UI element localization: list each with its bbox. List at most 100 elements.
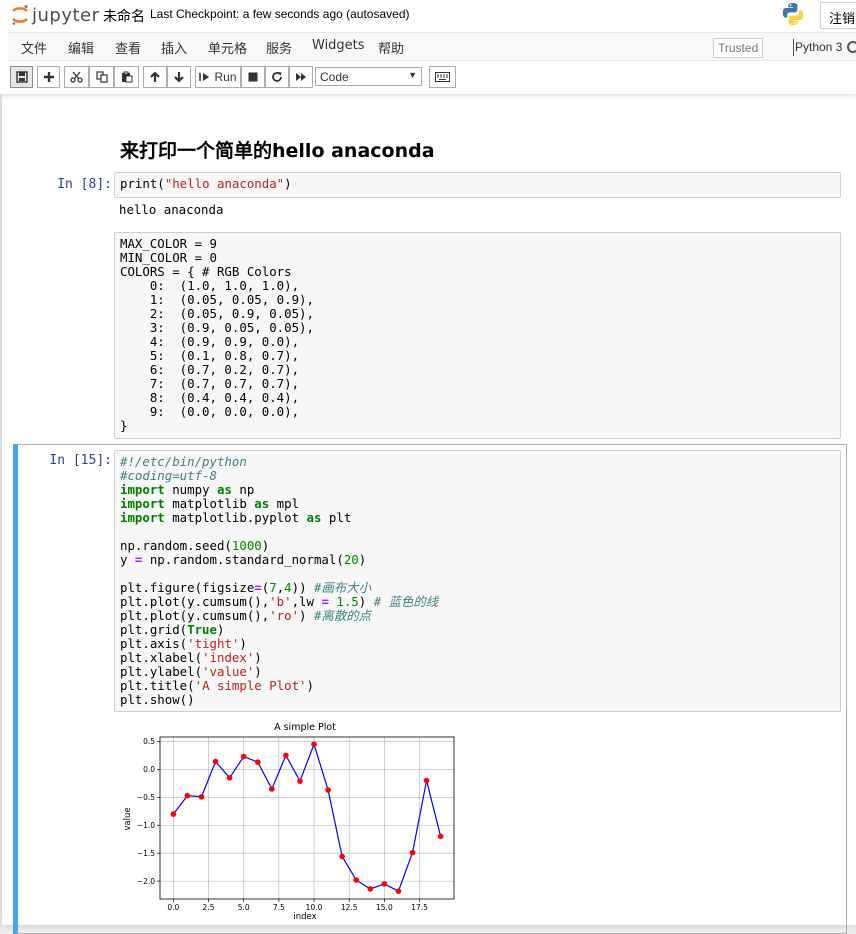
data-point [269,786,275,792]
jupyter-logo-icon [12,5,28,25]
run-icon [199,73,210,81]
menu-widgets[interactable]: Widgets [312,38,365,53]
x-tick-label: 2.5 [203,903,215,912]
code-token: ) [299,608,314,623]
keyboard-icon [435,72,450,82]
code-token: plt.title( [120,678,195,693]
data-point [184,792,191,799]
data-point [240,753,247,760]
code-token: ) [261,538,270,553]
restart-button[interactable] [265,66,289,88]
notebook-title[interactable]: 未命名 [103,6,145,26]
code-token: plt.xlabel( [120,650,203,665]
code-token: 'ro' [269,608,300,623]
arrow-up-icon [150,71,160,82]
markdown-heading[interactable]: 来打印一个简单的hello anaconda [120,136,435,163]
data-point [325,787,331,793]
code-token: 1.5 [336,594,359,609]
cell-3-code[interactable]: #!/etc/bin/python #coding=utf-8 import n… [114,450,841,712]
code-token: 7 [269,580,277,595]
menu-insert[interactable]: 插入 [161,38,187,57]
data-point [297,778,303,784]
x-tick-label: 17.5 [411,903,428,912]
x-tick-label: 15.0 [376,903,393,912]
code-token: numpy [164,482,217,497]
copy-button[interactable] [89,66,114,88]
x-tick-label: 12.5 [341,903,358,912]
code-token: 'tight' [187,636,240,651]
kernel-separator [793,39,794,56]
cell-3-prompt: In [15]: [49,453,112,468]
y-tick-label: −0.5 [137,793,155,802]
save-icon [15,71,28,83]
chevron-down-icon: ▼ [408,70,417,80]
x-axis-label: index [293,912,316,922]
kernel-status-icon [847,41,856,53]
insert-cell-button[interactable] [37,66,60,88]
cut-button[interactable] [64,66,89,88]
command-palette-button[interactable] [429,66,456,88]
move-down-button[interactable] [167,66,191,88]
restart-run-all-button[interactable] [289,66,313,88]
data-point [395,888,402,894]
data-point [311,741,317,748]
menu-cell[interactable]: 单元格 [208,38,247,57]
run-button-label: Run [214,70,237,84]
data-point [381,881,388,887]
code-token: matplotlib [164,496,255,511]
menu-edit[interactable]: 编辑 [68,38,94,57]
code-token: 'b' [269,594,292,609]
code-token: print( [120,176,165,191]
menu-file[interactable]: 文件 [21,38,47,57]
notebook-header: jupyter 未命名 Last Checkpoint: a few secon… [0,0,856,94]
code-token: ) [239,636,247,651]
jupyter-logo-text: jupyter [32,4,100,26]
menu-view[interactable]: 查看 [115,38,141,57]
code-token: 'value' [202,664,255,679]
code-token: 20 [343,552,359,567]
x-tick-label: 5.0 [238,903,250,912]
code-token: 1000 [231,538,262,553]
code-token: # 蓝色的线 [373,594,439,609]
cell-type-select[interactable]: Code ▼ [315,67,422,86]
cell-type-value: Code [320,70,349,84]
code-token: np.random.standard_normal( [142,552,344,567]
code-token: = [254,580,262,595]
code-token: plt.figure(figsize [120,580,255,595]
code-token: #画布大小 [314,580,372,595]
trusted-indicator[interactable]: Trusted [713,38,764,58]
fast-forward-icon [296,73,306,81]
menu-help[interactable]: 帮助 [378,38,404,57]
data-point [198,793,205,800]
y-tick-label: −2.0 [137,877,155,886]
code-token: #!/etc/bin/python [120,454,247,469]
cell-2-code[interactable]: MAX_COLOR = 9 MIN_COLOR = 0 COLORS = { #… [114,232,841,439]
cell-1-prompt: In [8]: [57,177,112,192]
code-token: ) [358,594,374,609]
move-up-button[interactable] [143,66,167,88]
interrupt-button[interactable] [241,66,265,88]
cell-1-code[interactable]: print("hello anaconda") [114,172,841,198]
code-token: y [120,552,135,567]
data-point [367,886,374,892]
paste-button[interactable] [114,66,139,88]
plot-output: A simple Plot 0.0 2.5 5.0 7.5 10.0 12.5 15.0 17… [123,722,455,922]
code-token: plt.axis( [120,636,188,651]
code-token: plt.plot(y.cumsum(), [120,594,270,609]
logout-button[interactable]: 注销 [820,2,856,29]
notebook-container: 来打印一个简单的hello anaconda In [8]: print("he… [2,94,856,934]
menu-kernel[interactable]: 服务 [266,38,292,57]
code-token: "hello anaconda" [164,176,285,191]
code-token: #coding=utf-8 [120,468,217,483]
save-button[interactable] [10,66,33,88]
kernel-name[interactable]: Python 3 [795,40,842,54]
run-button[interactable]: Run [195,66,241,88]
code-token: as [216,482,232,497]
paste-icon [121,71,132,83]
code-token: #离散的点 [313,608,371,623]
code-token: import [120,510,165,525]
jupyter-logo[interactable]: jupyter [11,4,100,26]
code-token: np.random.seed( [120,538,232,553]
code-token: ,lw [291,594,322,609]
data-point [170,811,177,817]
